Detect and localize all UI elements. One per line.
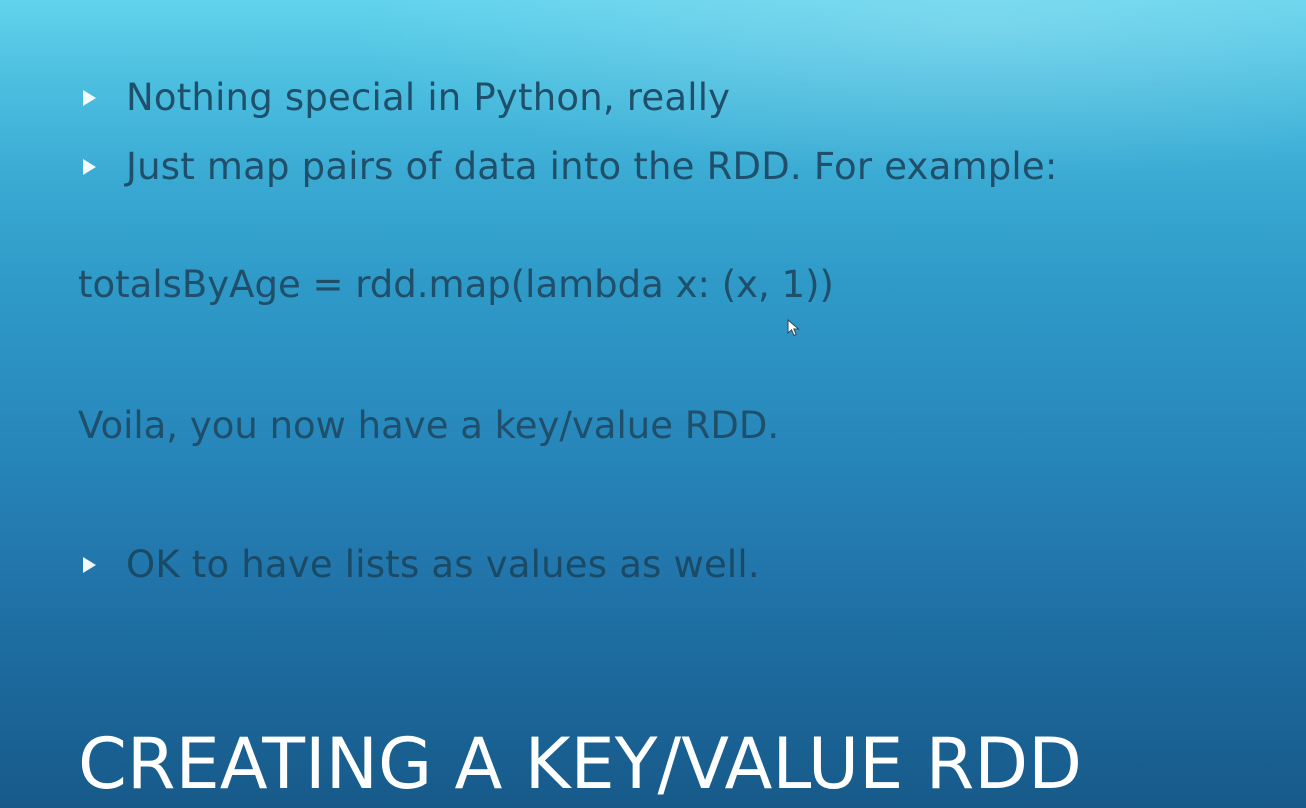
bullet-item: Nothing special in Python, really: [83, 76, 730, 119]
slide: Nothing special in Python, really Just m…: [0, 0, 1306, 808]
code-example: totalsByAge = rdd.map(lambda x: (x, 1)): [78, 263, 834, 306]
slide-title: CREATING A KEY/VALUE RDD: [78, 723, 1083, 805]
mouse-pointer-icon: [787, 319, 800, 337]
bullet-text: OK to have lists as values as well.: [126, 543, 760, 586]
bullet-item: OK to have lists as values as well.: [83, 543, 760, 586]
bullet-text: Nothing special in Python, really: [126, 76, 731, 119]
note-text: Voila, you now have a key/value RDD.: [78, 404, 780, 447]
triangle-bullet-icon: [83, 89, 96, 106]
triangle-bullet-icon: [83, 158, 96, 175]
triangle-bullet-icon: [83, 556, 96, 573]
bullet-text: Just map pairs of data into the RDD. For…: [126, 145, 1058, 188]
bullet-item: Just map pairs of data into the RDD. For…: [83, 145, 1058, 188]
